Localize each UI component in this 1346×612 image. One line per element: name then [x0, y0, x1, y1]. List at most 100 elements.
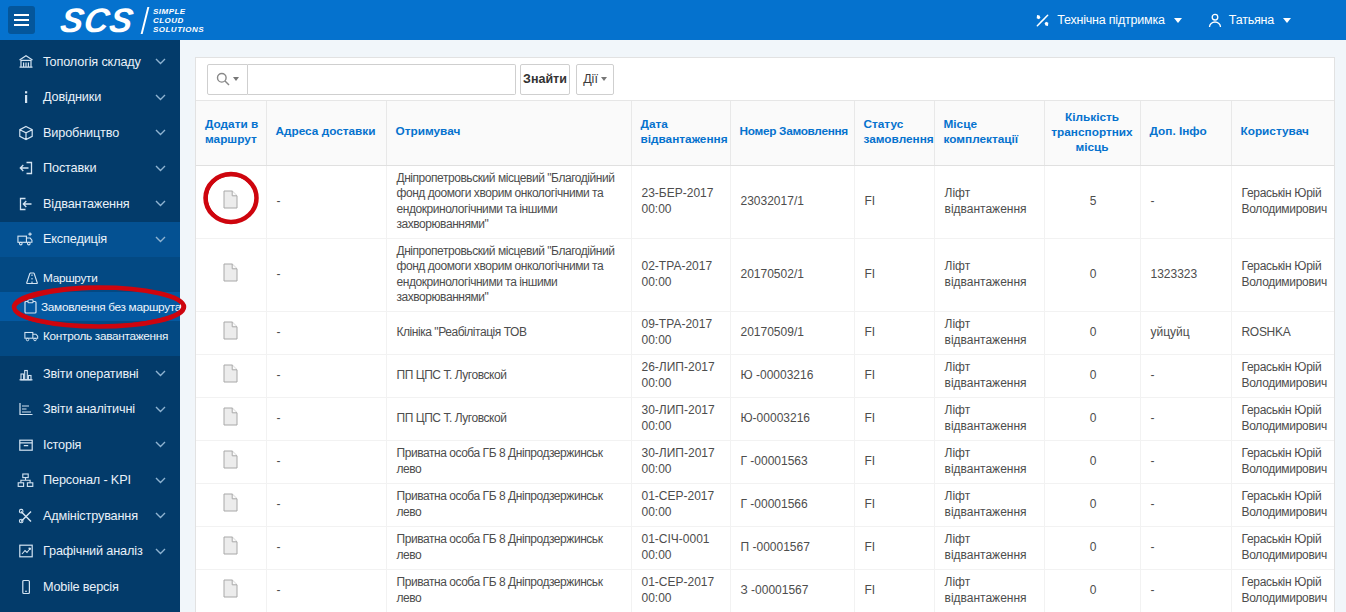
sidebar-submenu-item-routes[interactable]: Маршрути — [0, 263, 180, 292]
user-menu[interactable]: Татьяна — [1208, 13, 1291, 28]
cell-order: Ю -00003216 — [730, 354, 854, 397]
cell-place: Ліфт відвантаження — [934, 238, 1044, 311]
chevron-expand-icon — [155, 512, 166, 519]
cell-qty: 0 — [1044, 483, 1140, 526]
cell-recipient: Дніпропетровьский місцевий "Благодійний … — [386, 165, 631, 238]
cell-address: - — [266, 483, 386, 526]
sidebar-item-відвантаження[interactable]: Відвантаження — [0, 186, 180, 222]
table-row: -Дніпропетровьский місцевий "Благодійний… — [196, 238, 1334, 311]
cell-user: Гераськін Юрій Володимирович — [1231, 526, 1334, 569]
add-to-route-doc-icon[interactable] — [223, 364, 238, 388]
add-to-route-cell — [196, 569, 266, 612]
sidebar-item-графічний-аналіз[interactable]: Графічний аналіз — [0, 534, 180, 570]
column-header-6: Місце комплектації — [934, 101, 1044, 165]
sidebar-item-mobile-версія[interactable]: Mobile версія — [0, 569, 180, 605]
logo-divider — [141, 7, 150, 34]
sidebar-submenu-expedition: МаршрутиЗамовлення без маршрутаКонтроль … — [0, 257, 180, 356]
tools-icon — [1035, 13, 1050, 28]
orders-table: Додати в маршрутАдреса доставкиОтримувач… — [196, 101, 1334, 612]
sidebar-submenu-item-orders-without-route[interactable]: Замовлення без маршрута — [0, 292, 180, 321]
search-type-button[interactable] — [207, 64, 248, 95]
sidebar-item-звіти-аналітичні[interactable]: Звіти аналітичні — [0, 392, 180, 428]
chevron-expand-icon — [155, 236, 166, 243]
cell-info: - — [1140, 483, 1231, 526]
add-to-route-doc-icon[interactable] — [223, 321, 238, 345]
cell-place: Ліфт відвантаження — [934, 440, 1044, 483]
add-to-route-doc-icon[interactable] — [223, 190, 238, 214]
cell-address: - — [266, 354, 386, 397]
add-to-route-doc-icon[interactable] — [223, 493, 238, 517]
add-to-route-doc-icon[interactable] — [223, 536, 238, 560]
search-input[interactable] — [248, 64, 516, 95]
column-header-7: Кількість транспортних місць — [1044, 101, 1140, 165]
orders-icon — [24, 299, 37, 314]
sidebar-item-адміністрування[interactable]: Адміністрування — [0, 498, 180, 534]
cell-place: Ліфт відвантаження — [934, 526, 1044, 569]
column-header-3: Дата відвантаження — [631, 101, 730, 165]
add-to-route-doc-icon[interactable] — [223, 450, 238, 474]
cell-status: FI — [854, 483, 934, 526]
sidebar: Топологія складуДовідникиВиробництвоПост… — [0, 40, 180, 612]
cell-place: Ліфт відвантаження — [934, 354, 1044, 397]
cell-status: FI — [854, 311, 934, 354]
table-row: -Приватна особа ГБ 8 Дніпродзержинськ ле… — [196, 569, 1334, 612]
info-icon — [17, 89, 34, 105]
column-header-5: Статус замовлення — [854, 101, 934, 165]
table-row: -Приватна особа ГБ 8 Дніпродзержинськ ле… — [196, 526, 1334, 569]
cell-date: 23-БЕР-2017 00:00 — [631, 165, 730, 238]
loading-icon — [24, 329, 39, 343]
chevron-expand-icon — [155, 165, 166, 172]
topbar: SCS SIMPLE CLOUD SOLUTIONS Технічна підт… — [0, 0, 1346, 40]
cell-status: FI — [854, 238, 934, 311]
cell-info: - — [1140, 440, 1231, 483]
user-icon — [1208, 13, 1222, 28]
cell-qty: 0 — [1044, 440, 1140, 483]
chevron-expand-icon — [155, 58, 166, 65]
cell-user: Гераськін Юрій Володимирович — [1231, 238, 1334, 311]
cell-address: - — [266, 440, 386, 483]
add-to-route-doc-icon[interactable] — [223, 407, 238, 431]
cell-user: Гераськін Юрій Володимирович — [1231, 165, 1334, 238]
menu-toggle-button[interactable] — [8, 6, 35, 34]
cell-user: Гераськін Юрій Володимирович — [1231, 440, 1334, 483]
cell-place: Ліфт відвантаження — [934, 397, 1044, 440]
column-header-0: Додати в маршрут — [196, 101, 266, 165]
history-icon — [17, 437, 34, 453]
chevron-expand-icon — [155, 406, 166, 413]
chevron-expand-icon — [155, 94, 166, 101]
cell-user: ROSHKA — [1231, 311, 1334, 354]
add-to-route-cell — [196, 238, 266, 311]
sidebar-item-експедиція[interactable]: Експедиція — [0, 222, 180, 258]
cell-order: Г -00001566 — [730, 483, 854, 526]
cell-date: 01-СІЧ-0001 00:00 — [631, 526, 730, 569]
tech-support-label: Технічна підтримка — [1057, 13, 1165, 27]
cell-order: Ю-00003216 — [730, 397, 854, 440]
cell-recipient: ПП ЦПС Т. Луговской — [386, 397, 631, 440]
cell-date: 02-ТРА-2017 00:00 — [631, 238, 730, 311]
sidebar-item-довідники[interactable]: Довідники — [0, 80, 180, 116]
sidebar-item-персонал-kpi[interactable]: Персонал - KPI — [0, 463, 180, 499]
sidebar-submenu-item-loading-control[interactable]: Контроль завантаження — [0, 321, 180, 350]
sidebar-item-виробництво[interactable]: Виробництво — [0, 115, 180, 151]
add-to-route-doc-icon[interactable] — [223, 263, 238, 287]
cell-order: П -00001567 — [730, 526, 854, 569]
find-button[interactable]: Знайти — [520, 64, 570, 95]
table-row: -Приватна особа ГБ 8 Дніпродзержинськ ле… — [196, 483, 1334, 526]
cell-order: 20170502/1 — [730, 238, 854, 311]
chevron-expand-icon — [155, 200, 166, 207]
sidebar-item-топологія-складу[interactable]: Топологія складу — [0, 44, 180, 80]
add-to-route-cell — [196, 483, 266, 526]
tech-support-menu[interactable]: Технічна підтримка — [1035, 13, 1182, 28]
add-to-route-cell — [196, 165, 266, 238]
actions-button[interactable]: Дії — [576, 64, 614, 95]
supply-icon — [17, 160, 34, 176]
cell-order: Г -00001563 — [730, 440, 854, 483]
add-to-route-cell — [196, 354, 266, 397]
add-to-route-cell — [196, 440, 266, 483]
sidebar-item-поставки[interactable]: Поставки — [0, 151, 180, 187]
add-to-route-doc-icon[interactable] — [223, 579, 238, 603]
sidebar-item-історія[interactable]: Історія — [0, 427, 180, 463]
sidebar-item-звіти-оперативні[interactable]: Звіти оперативні — [0, 356, 180, 392]
column-header-1: Адреса доставки — [266, 101, 386, 165]
table-row: -Дніпропетровьский місцевий "Благодійний… — [196, 165, 1334, 238]
